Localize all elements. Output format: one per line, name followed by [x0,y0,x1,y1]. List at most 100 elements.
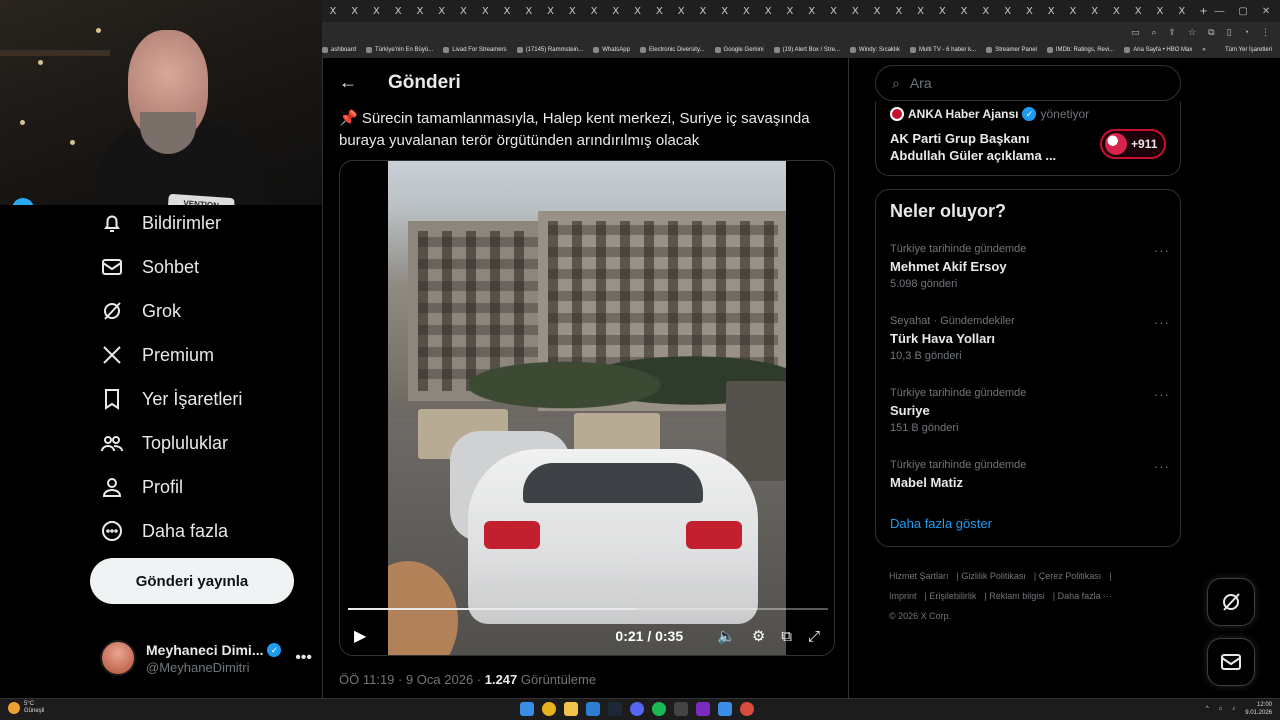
bookmark-item[interactable]: Google Gemini [714,47,764,53]
browser-tab[interactable]: X [409,2,431,20]
trend-more-icon[interactable]: ··· [1154,387,1170,402]
nav-item-profile[interactable]: Profil [100,475,183,499]
bookmark-item[interactable]: (17145) Rammstein... [516,47,583,53]
more-dots-icon[interactable]: ••• [295,649,312,667]
browser-tab[interactable]: X [561,2,583,20]
browser-tab[interactable]: X [670,2,692,20]
trend-item[interactable]: Türkiye tarihinde gündemde Mabel Matiz ·… [890,459,1170,490]
bookmark-item[interactable]: ashboard [322,47,356,53]
browser-tab[interactable]: X [714,2,736,20]
nav-item-communities[interactable]: Topluluklar [100,431,228,455]
bookmark-item[interactable]: Windy: Sıcaklık [849,47,900,53]
bookmark-item[interactable]: Multi TV - 6 haber k... [909,47,976,53]
browser-tab[interactable]: X [757,2,779,20]
browser-tab[interactable]: X [779,2,801,20]
footer-link[interactable]: Çerez Politikası [1039,571,1102,581]
close-window-icon[interactable]: ✕ [1262,6,1270,17]
messages-fab[interactable] [1207,638,1255,686]
bookmark-item[interactable]: Livad For Streamers [443,47,507,53]
browser-tab[interactable]: X [931,2,953,20]
nav-item-more[interactable]: Daha fazla [100,519,228,543]
weather-widget[interactable]: 5°C Güneşli [8,701,44,715]
app-icon[interactable] [696,702,710,716]
bookmark-item[interactable]: IMDb: Ratings, Revi... [1046,47,1114,53]
browser-tab[interactable]: X [1127,2,1149,20]
browser-tab[interactable]: X [888,2,910,20]
browser-tab[interactable]: X [344,2,366,20]
browser-tab[interactable]: X [387,2,409,20]
show-more-link[interactable]: Daha fazla göster [890,516,992,531]
browser-tab[interactable]: X [866,2,888,20]
footer-link[interactable]: Reklam bilgisi [989,591,1045,601]
browser-tab[interactable]: X [540,2,562,20]
browser-tab[interactable]: X [997,2,1019,20]
browser-tab[interactable]: X [975,2,997,20]
trend-more-icon[interactable]: ··· [1154,243,1170,258]
app-icon[interactable] [740,702,754,716]
video-player[interactable]: ▶ 0:21 / 0:35 🔈 ⚙ ⧉ ⤢ [339,160,835,656]
browser-tab[interactable]: X [431,2,453,20]
grok-fab[interactable] [1207,578,1255,626]
footer-link[interactable]: Gizlilik Politikası [961,571,1026,581]
nav-item-premium[interactable]: Premium [100,343,214,367]
network-icon[interactable]: ⌂ [1219,706,1223,712]
nav-item-grok[interactable]: Grok [100,299,181,323]
bookmark-item[interactable]: (19) Alert Box / Stre... [773,47,840,53]
browser-tab[interactable]: X [1171,2,1193,20]
browser-tab[interactable]: X [1084,2,1106,20]
browser-tab[interactable]: X [1019,2,1041,20]
volume-icon[interactable]: 🔈 [717,627,736,645]
menu-dots-icon[interactable]: ⋮ [1261,27,1270,38]
live-listeners-pill[interactable]: +911 [1100,129,1166,159]
browser-tab[interactable]: X [1149,2,1171,20]
trend-item[interactable]: Seyahat · Gündemdekiler Türk Hava Yollar… [890,315,1170,362]
fullscreen-icon[interactable]: ⤢ [808,628,820,645]
browser-tab[interactable]: X [322,2,344,20]
file-explorer-icon[interactable] [564,702,578,716]
browser-tab[interactable]: X [474,2,496,20]
chrome-icon[interactable] [542,702,556,716]
settings-gear-icon[interactable]: ⚙ [752,627,765,645]
share-icon[interactable]: ⇪ [1169,27,1177,38]
browser-tab[interactable]: X [910,2,932,20]
volume-tray-icon[interactable]: ♪ [1232,706,1235,712]
post-timestamp[interactable]: ÖÖ 11:19 · 9 Oca 2026 · [339,672,485,687]
browser-tab[interactable]: X [366,2,388,20]
bookmark-item[interactable]: Electronic Diversity... [639,47,705,53]
video-progress-bar[interactable] [348,608,828,610]
bookmark-item[interactable]: WhatsApp [593,47,630,53]
discord-icon[interactable] [630,702,644,716]
play-icon[interactable]: ▶ [354,626,366,646]
nav-item-chat[interactable]: Sohbet [100,255,199,279]
app-icon[interactable] [586,702,600,716]
steam-icon[interactable] [608,702,622,716]
footer-link[interactable]: Erişilebilirlik [929,591,976,601]
app-icon[interactable] [674,702,688,716]
search-box[interactable]: ⌕ Ara [875,65,1181,101]
trend-more-icon[interactable]: ··· [1154,459,1170,474]
browser-tab[interactable]: X [1062,2,1084,20]
nav-item-notifications[interactable]: Bildirimler [100,211,221,235]
profile-icon[interactable]: ◔ [1244,27,1249,37]
sidebar-icon[interactable]: ▯ [1227,27,1232,38]
maximize-icon[interactable]: ▢ [1238,6,1247,17]
browser-tab[interactable]: X [648,2,670,20]
browser-tab[interactable]: X [605,2,627,20]
trend-more-icon[interactable]: ··· [1154,315,1170,330]
video-frame[interactable] [388,161,786,655]
browser-tab[interactable]: X [496,2,518,20]
nav-item-bookmarks[interactable]: Yer İşaretleri [100,387,242,411]
tray-chevron-icon[interactable]: ^ [1206,706,1209,712]
footer-link[interactable]: Hizmet Şartları [889,571,949,581]
browser-tab[interactable]: X [823,2,845,20]
new-tab-button[interactable]: + [1193,2,1215,20]
footer-link[interactable]: Imprint [889,591,917,601]
minimize-icon[interactable]: — [1214,6,1224,17]
windows-start-icon[interactable] [520,702,534,716]
browser-tab[interactable]: X [627,2,649,20]
pip-icon[interactable]: ⧉ [781,628,792,645]
footer-link[interactable]: Daha fazla ··· [1058,591,1113,601]
live-event-card[interactable]: ANKA Haber Ajansı ✓ yönetiyor AK Parti G… [875,102,1181,176]
browser-tab[interactable]: X [518,2,540,20]
browser-tab[interactable]: X [583,2,605,20]
